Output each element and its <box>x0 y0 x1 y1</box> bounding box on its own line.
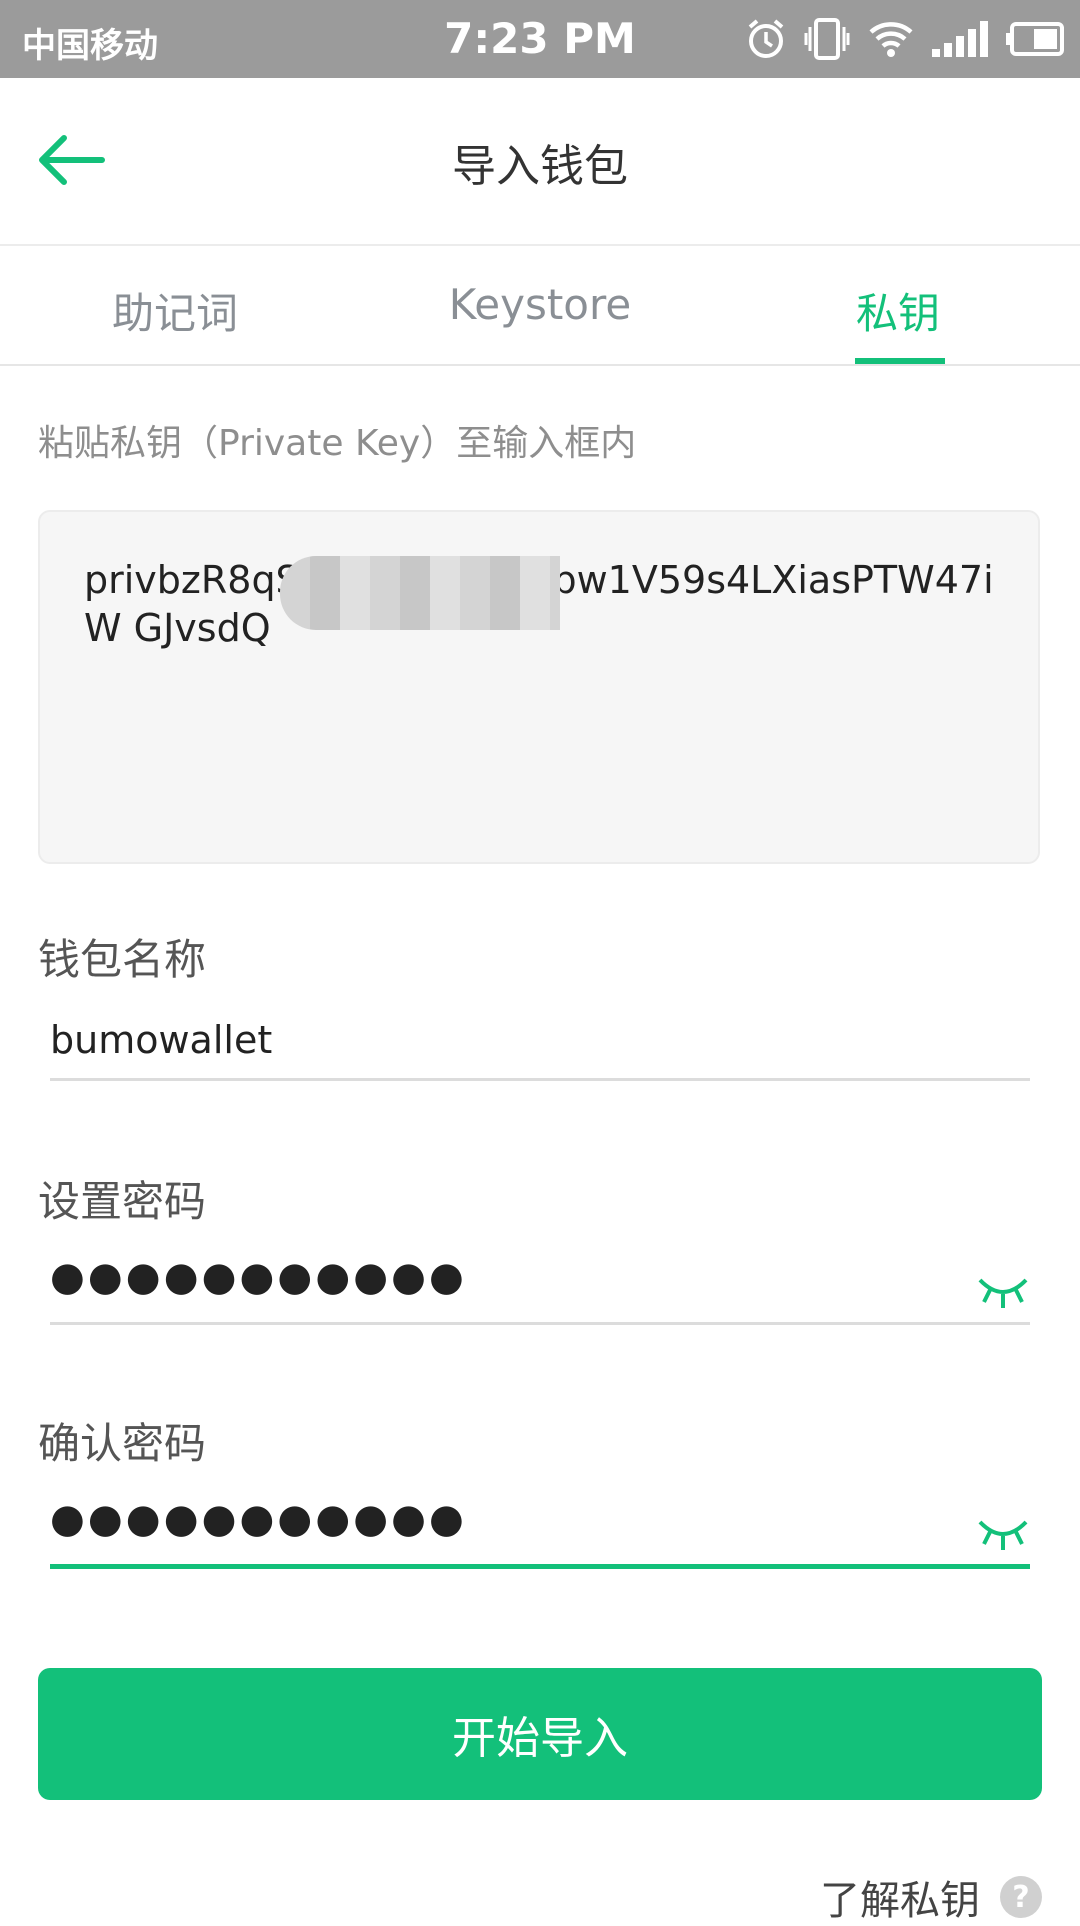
active-tab-indicator <box>855 358 945 364</box>
learn-private-key-link[interactable]: 了解私钥 ? <box>820 1868 1042 1926</box>
wallet-name-field[interactable]: bumowallet <box>50 1018 1030 1081</box>
signal-icon <box>932 21 988 57</box>
wallet-name-label: 钱包名称 <box>38 935 207 984</box>
password-field[interactable]: ●●●●●●●●●●● <box>50 1254 1030 1325</box>
confirm-password-field[interactable]: ●●●●●●●●●●● <box>50 1496 1030 1569</box>
start-import-label: 开始导入 <box>452 1713 628 1764</box>
confirm-password-value: ●●●●●●●●●●● <box>50 1496 467 1542</box>
vibrate-icon <box>804 17 850 61</box>
page-title: 导入钱包 <box>452 141 628 192</box>
status-icons <box>746 14 1064 64</box>
question-icon[interactable]: ? <box>1000 1876 1042 1918</box>
eye-closed-icon[interactable] <box>976 1512 1030 1552</box>
private-key-hint: 粘贴私钥（Private Key）至输入框内 <box>38 423 637 464</box>
status-bar: 中国移动 7:23 PM <box>0 0 1080 78</box>
password-value: ●●●●●●●●●●● <box>50 1254 467 1300</box>
tab-private-key[interactable]: 私钥 <box>856 280 940 341</box>
redaction-blur <box>280 556 560 630</box>
wifi-icon <box>868 19 914 59</box>
tab-keystore-label[interactable]: Keystore <box>449 280 631 329</box>
import-method-tabs: 助记词 Keystore 私钥 <box>0 246 1080 366</box>
app-header: 导入钱包 <box>0 78 1080 246</box>
private-key-input[interactable]: privbzR8qS ZHvEohwm2pw1V59s4LXiasPTW47iW… <box>38 510 1040 864</box>
alarm-icon <box>746 18 786 60</box>
confirm-password-label: 确认密码 <box>38 1419 207 1468</box>
password-label: 设置密码 <box>38 1177 207 1226</box>
start-import-button[interactable]: 开始导入 <box>38 1668 1042 1800</box>
battery-icon <box>1006 22 1064 56</box>
eye-closed-icon[interactable] <box>976 1270 1030 1310</box>
wallet-name-value: bumowallet <box>50 1018 273 1062</box>
learn-private-key-label: 了解私钥 <box>820 1878 980 1924</box>
